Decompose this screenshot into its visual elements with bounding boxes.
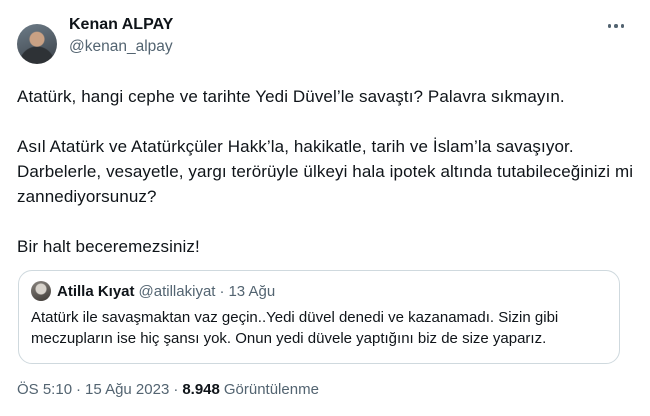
- quoted-author-display-name: Atilla Kıyat: [57, 282, 135, 300]
- meta-separator: ·: [76, 381, 82, 398]
- author-avatar[interactable]: [17, 24, 57, 64]
- tweet-date[interactable]: 15 Ağu 2023: [85, 380, 169, 400]
- tweet-card: Kenan ALPAY @kenan_alpay Atatürk, hangi …: [0, 0, 650, 416]
- quoted-date: 13 Ağu: [228, 282, 276, 300]
- more-horizontal-icon[interactable]: [604, 14, 628, 38]
- tweet-paragraph-2: Asıl Atatürk ve Atatürkçüler Hakk’la, ha…: [17, 137, 634, 206]
- tweet-header: Kenan ALPAY @kenan_alpay: [16, 12, 634, 68]
- views-label: Görüntülenme: [223, 381, 319, 398]
- tweet-paragraph-1: Atatürk, hangi cephe ve tarihte Yedi Düv…: [17, 87, 565, 106]
- quoted-tweet-header: Atilla Kıyat @atillakiyat · 13 Ağu: [31, 281, 607, 301]
- quoted-separator: ·: [219, 282, 225, 300]
- quoted-tweet-text: Atatürk ile savaşmaktan vaz geçin..Yedi …: [31, 309, 559, 347]
- quoted-author-avatar: [31, 281, 51, 301]
- tweet-meta: ÖS 5:10 · 15 Ağu 2023 · 8.948 Görüntülen…: [17, 380, 319, 400]
- tweet-text: Atatürk, hangi cephe ve tarihte Yedi Düv…: [16, 84, 634, 259]
- author-names: Kenan ALPAY @kenan_alpay: [69, 15, 173, 57]
- quoted-author-handle: @atillakiyat: [138, 282, 216, 300]
- author-handle[interactable]: @kenan_alpay: [69, 37, 173, 57]
- tweet-time[interactable]: ÖS 5:10: [17, 380, 72, 400]
- meta-separator-2: ·: [173, 381, 179, 398]
- quoted-tweet[interactable]: Atilla Kıyat @atillakiyat · 13 Ağu Atatü…: [18, 270, 620, 364]
- tweet-paragraph-3: Bir halt beceremezsiniz!: [17, 237, 200, 256]
- views-count: 8.948: [182, 381, 220, 398]
- author-display-name[interactable]: Kenan ALPAY: [69, 15, 173, 35]
